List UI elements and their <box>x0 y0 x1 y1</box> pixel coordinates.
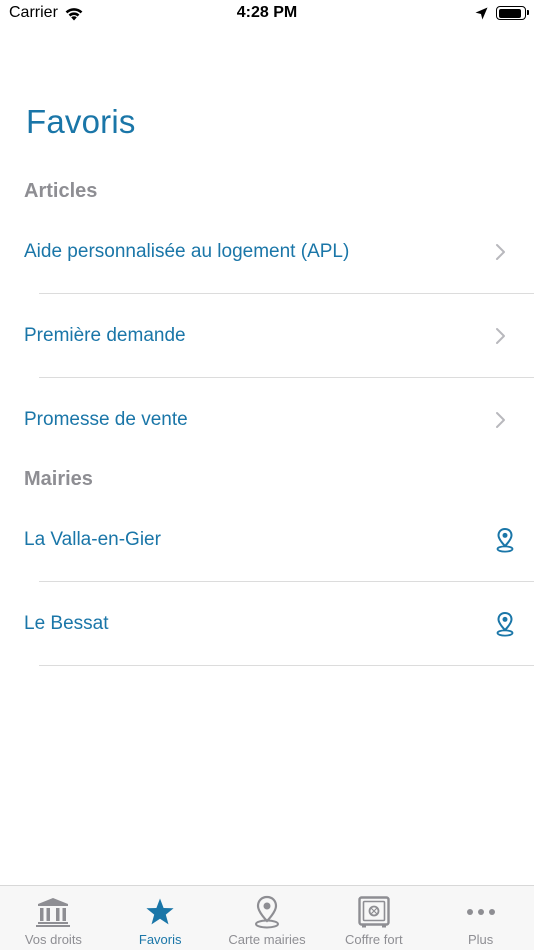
wifi-icon <box>65 7 83 20</box>
section-header-mairies: Mairies <box>24 468 93 490</box>
tab-label: Plus <box>467 932 494 947</box>
location-pin-icon[interactable] <box>495 611 515 637</box>
tab-label: Vos droits <box>24 932 82 947</box>
list-item-label: Promesse de vente <box>24 409 188 430</box>
safe-icon <box>356 895 392 929</box>
battery-fill <box>498 8 521 18</box>
battery-icon <box>496 6 529 20</box>
chevron-right-icon <box>496 244 505 260</box>
page-title: Favoris <box>26 103 136 140</box>
tab-label: Favoris <box>138 932 182 947</box>
tab-favoris[interactable]: Favoris <box>107 886 214 950</box>
list-item-apl[interactable]: Aide personnalisée au logement (APL) <box>0 210 534 294</box>
tab-coffre-fort[interactable]: Coffre fort <box>320 886 427 950</box>
location-pin-icon[interactable] <box>495 527 515 553</box>
list-item-label: La Valla-en-Gier <box>24 529 161 550</box>
section-header-articles: Articles <box>24 180 98 202</box>
list-item-premiere-demande[interactable]: Première demande <box>0 294 534 378</box>
tab-carte-mairies[interactable]: Carte mairies <box>214 886 321 950</box>
more-icon <box>463 895 499 929</box>
bank-icon <box>35 895 71 929</box>
status-bar: Carrier 4:28 PM <box>0 0 534 30</box>
list-item-la-valla-en-gier[interactable]: La Valla-en-Gier <box>0 498 534 582</box>
list-item-le-bessat[interactable]: Le Bessat <box>0 582 534 666</box>
chevron-right-icon <box>496 328 505 344</box>
list-item-label: Le Bessat <box>24 613 109 634</box>
list-item-label: Première demande <box>24 325 186 346</box>
tab-vos-droits[interactable]: Vos droits <box>0 886 107 950</box>
list-item-promesse-de-vente[interactable]: Promesse de vente <box>0 378 534 462</box>
status-left: Carrier <box>9 4 84 22</box>
map-pin-icon <box>249 895 285 929</box>
status-right <box>475 6 529 20</box>
chevron-right-icon <box>496 412 505 428</box>
row-separator <box>39 665 534 666</box>
tab-label: Coffre fort <box>345 932 403 947</box>
list-item-label: Aide personnalisée au logement (APL) <box>24 241 350 262</box>
star-icon <box>142 895 178 929</box>
tab-label: Carte mairies <box>228 932 306 947</box>
location-arrow-icon <box>475 7 488 19</box>
carrier-label: Carrier <box>9 4 58 21</box>
tab-bar: Vos droits Favoris Carte mairies Coffre … <box>0 885 534 950</box>
tab-plus[interactable]: Plus <box>427 886 534 950</box>
